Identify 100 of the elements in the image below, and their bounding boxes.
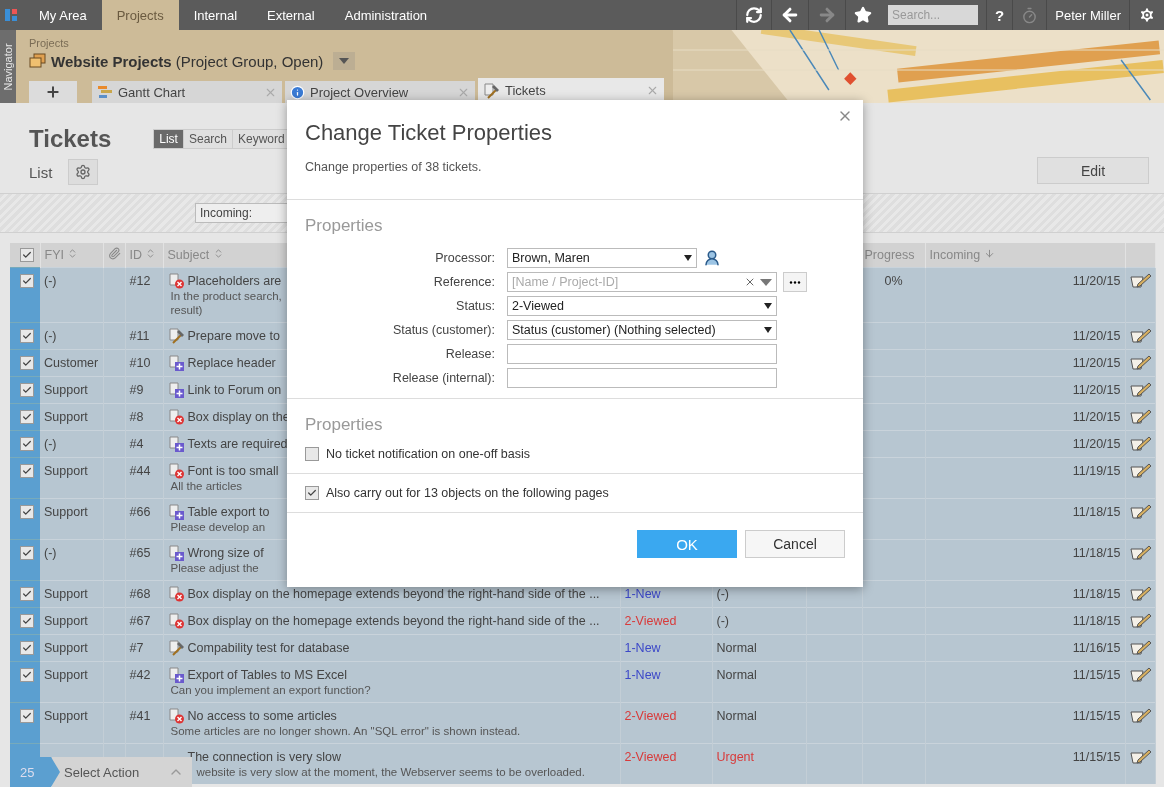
ticket-description: result)	[169, 303, 203, 317]
bug-icon	[167, 463, 185, 479]
option-checkbox[interactable]	[305, 447, 319, 461]
row-checkbox[interactable]	[20, 383, 34, 397]
navigator-strip[interactable]: Navigator	[0, 30, 16, 103]
gantt-icon	[97, 85, 113, 99]
ticket-description: Please develop an	[169, 520, 266, 534]
ticket-subject[interactable]: No access to some articles	[187, 708, 337, 724]
nav-tab[interactable]: Administration	[329, 0, 443, 30]
ticket-subject[interactable]: Link to Forum on	[187, 382, 282, 398]
edit-button[interactable]: Edit	[1037, 157, 1149, 184]
hammer-icon	[167, 328, 185, 344]
ticket-id: #10	[129, 356, 151, 370]
field-label: Reference:	[432, 275, 495, 289]
edit-icon[interactable]	[1129, 586, 1152, 602]
field-label: Status:	[455, 299, 495, 313]
checkmark-icon	[22, 358, 32, 368]
status-select[interactable]: Status (customer) (Nothing selected)	[507, 320, 777, 340]
checkmark-icon	[22, 439, 32, 449]
row-checkbox[interactable]	[20, 410, 34, 424]
select-all-checkbox[interactable]	[20, 248, 34, 263]
edit-icon[interactable]	[1129, 708, 1152, 724]
ticket-description: Can you implement an export function?	[169, 683, 371, 697]
section-title: Properties	[305, 216, 384, 236]
edit-icon[interactable]	[1129, 545, 1152, 561]
option-checkbox[interactable]	[305, 486, 319, 500]
settings-icon	[1138, 6, 1156, 24]
priority-text: Normal	[716, 668, 757, 682]
action-select[interactable]: Select Action	[52, 757, 192, 787]
caret-icon	[764, 303, 772, 309]
person-icon[interactable]	[703, 249, 721, 267]
incoming-date: 11/20/15	[1072, 274, 1121, 288]
incoming-date: 11/19/15	[1072, 464, 1121, 478]
input-field[interactable]	[507, 344, 777, 364]
ticket-id: #66	[129, 505, 151, 519]
edit-icon[interactable]	[1129, 749, 1152, 765]
row-checkbox[interactable]	[20, 329, 34, 343]
incoming-date: 11/20/15	[1072, 383, 1121, 397]
project-tab[interactable]: Gantt Chart	[92, 81, 282, 103]
edit-icon[interactable]	[1129, 273, 1152, 289]
row-checkbox[interactable]	[20, 274, 34, 288]
table-cell: (-)	[44, 437, 57, 451]
project-tab[interactable]: Project Overview	[285, 81, 475, 103]
table-cell: Support	[44, 383, 88, 397]
edit-icon[interactable]	[1129, 409, 1152, 425]
row-checkbox[interactable]	[20, 464, 34, 478]
project-dropdown[interactable]	[333, 52, 356, 70]
cancel-button[interactable]: Cancel	[745, 530, 845, 558]
caret-icon	[684, 255, 692, 261]
nav-tab[interactable]: My Area	[24, 0, 102, 30]
edit-icon[interactable]	[1129, 613, 1152, 629]
ticket-id: #12	[129, 274, 151, 288]
nav-tab[interactable]: External	[252, 0, 330, 30]
row-checkbox[interactable]	[20, 587, 34, 601]
status-select[interactable]: 2-Viewed	[507, 296, 777, 316]
more-button[interactable]	[783, 272, 807, 292]
view-tab[interactable]: Search	[183, 130, 233, 148]
row-checkbox[interactable]	[20, 437, 34, 451]
processor-select[interactable]: Brown, Maren	[507, 248, 697, 268]
ticket-id: #4	[129, 437, 144, 451]
view-tab[interactable]: List	[154, 130, 184, 148]
ticket-subject[interactable]: Wrong size of	[187, 545, 264, 561]
priority-text: Normal	[716, 709, 757, 723]
priority-text: (-)	[716, 587, 729, 601]
edit-icon[interactable]	[1129, 504, 1152, 520]
ticket-subject[interactable]: Texts are required	[187, 436, 288, 452]
edit-icon[interactable]	[1129, 355, 1152, 371]
row-checkbox[interactable]	[20, 641, 34, 655]
row-checkbox[interactable]	[20, 546, 34, 560]
nav-tab[interactable]: Internal	[178, 0, 253, 30]
ticket-subject[interactable]: Replace header	[187, 355, 276, 371]
table-cell: (-)	[44, 274, 57, 288]
incoming-date: 11/18/15	[1072, 614, 1121, 628]
nav-tab[interactable]: Projects	[101, 0, 179, 30]
row-checkbox[interactable]	[20, 356, 34, 370]
edit-icon[interactable]	[1129, 640, 1152, 656]
refresh-icon	[745, 6, 764, 24]
edit-icon[interactable]	[1129, 436, 1152, 452]
clear-icon[interactable]	[744, 276, 756, 288]
edit-icon[interactable]	[1129, 328, 1152, 344]
row-checkbox[interactable]	[20, 709, 34, 723]
ticket-id: #11	[129, 329, 150, 343]
filter-select[interactable]: Incoming:	[195, 203, 289, 223]
caret-icon	[339, 58, 350, 64]
ticket-subject[interactable]: Placeholders are	[187, 273, 282, 289]
checkmark-icon	[22, 250, 32, 261]
row-checkbox[interactable]	[20, 614, 34, 628]
edit-icon[interactable]	[1129, 667, 1152, 683]
ticket-subject[interactable]: Font is too small	[187, 463, 279, 479]
add-tab-button[interactable]	[29, 81, 77, 103]
ticket-subject[interactable]: Prepare move to	[187, 328, 280, 344]
edit-icon[interactable]	[1129, 463, 1152, 479]
edit-icon[interactable]	[1129, 382, 1152, 398]
ticket-id: #65	[129, 546, 151, 560]
row-checkbox[interactable]	[20, 505, 34, 519]
ticket-subject[interactable]: Export of Tables to MS Excel	[187, 667, 348, 683]
input-field[interactable]	[507, 368, 777, 388]
ticket-subject[interactable]: Table export to	[187, 504, 270, 520]
search-field[interactable]: Search...	[888, 5, 979, 25]
row-checkbox[interactable]	[20, 668, 34, 682]
